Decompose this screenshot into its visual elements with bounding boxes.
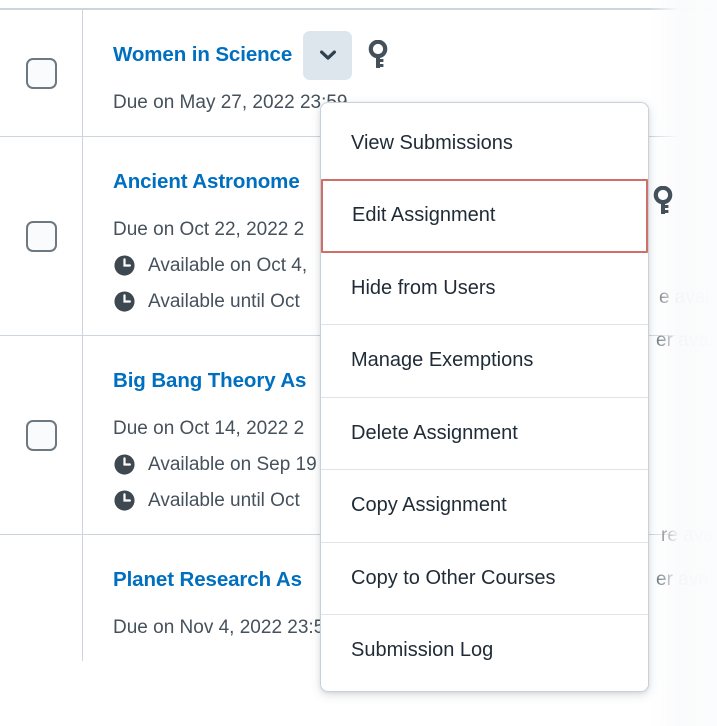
menu-item-copy-assignment[interactable]: Copy Assignment xyxy=(321,469,648,542)
chevron-down-icon xyxy=(316,43,340,67)
availability-text: Available on Sep 19 xyxy=(148,453,317,475)
menu-item-edit-assignment[interactable]: Edit Assignment xyxy=(321,178,648,253)
menu-item-label: Manage Exemptions xyxy=(351,349,534,372)
menu-item-label: Edit Assignment xyxy=(352,204,496,226)
menu-item-copy-to-other-courses[interactable]: Copy to Other Courses xyxy=(321,541,648,614)
assignment-title-link[interactable]: Ancient Astronome xyxy=(113,171,300,193)
select-assignment-checkbox[interactable] xyxy=(25,220,57,252)
availability-text: Available until Oct xyxy=(148,290,300,312)
clock-icon xyxy=(113,489,136,512)
assignment-title-link[interactable]: Planet Research As xyxy=(113,569,302,591)
select-assignment-checkbox[interactable] xyxy=(25,419,57,451)
clock-icon xyxy=(113,254,136,277)
assignment-title-link[interactable]: Women in Science xyxy=(113,44,292,66)
menu-item-label: Hide from Users xyxy=(351,276,496,299)
availability-text: Available until Oct xyxy=(148,489,300,511)
menu-item-hide-from-users[interactable]: Hide from Users xyxy=(321,251,648,324)
menu-item-delete-assignment[interactable]: Delete Assignment xyxy=(321,396,648,469)
assignment-title-row: Women in Science xyxy=(113,30,717,80)
assignment-context-menu: View Submissions Edit Assignment Hide fr… xyxy=(320,102,649,692)
row-checkbox-cell xyxy=(0,10,83,136)
clock-icon xyxy=(113,290,136,313)
menu-item-view-submissions[interactable]: View Submissions xyxy=(321,107,648,180)
assignment-context-menu-button[interactable] xyxy=(303,30,353,80)
overflow-text-fragment: er availa xyxy=(656,330,717,351)
select-assignment-checkbox[interactable] xyxy=(25,57,57,89)
menu-item-manage-exemptions[interactable]: Manage Exemptions xyxy=(321,324,648,397)
overflow-text-fragment: er availa xyxy=(656,569,717,590)
assignment-title-link[interactable]: Big Bang Theory As xyxy=(113,370,306,392)
assignments-list-page: Women in Science Due on May 27, 2022 23:… xyxy=(0,0,717,726)
menu-item-label: Copy Assignment xyxy=(351,494,507,517)
menu-item-label: Delete Assignment xyxy=(351,421,518,444)
menu-item-label: Copy to Other Courses xyxy=(351,566,556,589)
key-icon xyxy=(652,185,674,221)
overflow-text-fragment: e availab xyxy=(659,287,717,308)
availability-text: Available on Oct 4, xyxy=(148,254,308,276)
row-checkbox-cell xyxy=(0,336,83,534)
menu-item-submission-log[interactable]: Submission Log xyxy=(321,614,648,687)
clock-icon xyxy=(113,453,136,476)
menu-item-label: Submission Log xyxy=(351,639,494,662)
row-checkbox-cell xyxy=(0,535,83,661)
key-icon xyxy=(367,40,389,70)
row-checkbox-cell xyxy=(0,137,83,335)
menu-item-label: View Submissions xyxy=(351,131,513,154)
overflow-text-fragment: re avail xyxy=(661,525,717,546)
